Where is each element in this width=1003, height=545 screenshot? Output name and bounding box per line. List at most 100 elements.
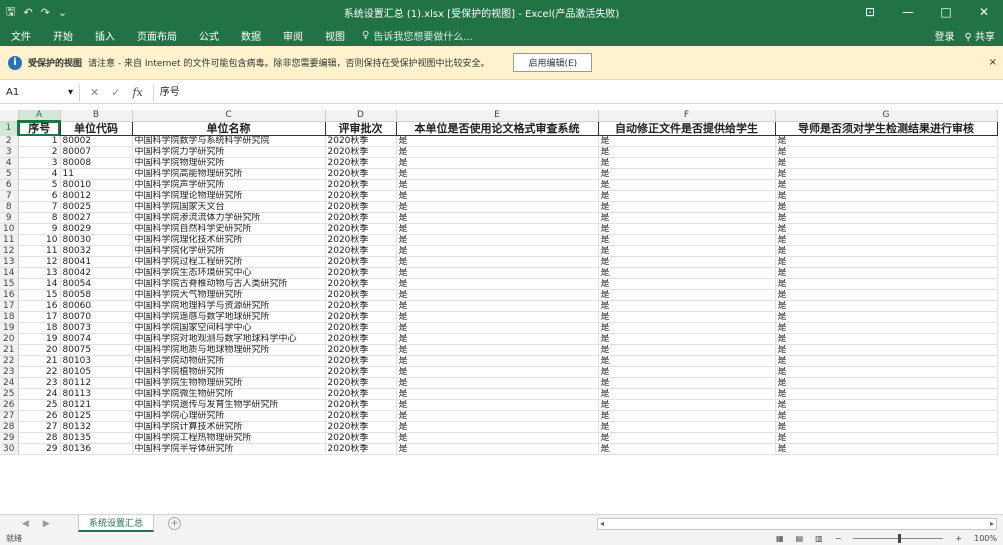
table-cell[interactable]: 是 — [775, 311, 998, 323]
table-cell[interactable]: 2020秋季 — [325, 355, 397, 367]
table-cell[interactable]: 9 — [18, 223, 61, 235]
worksheet-grid[interactable]: A B C D E F G 1 序号 单位代码 单位名称 评审批次 本单位是否使用论文格式审查系统 自动修… — [0, 110, 1003, 514]
row-header[interactable]: 20 — [0, 333, 19, 345]
table-cell[interactable]: 是 — [598, 212, 776, 224]
table-cell[interactable]: 3 — [18, 157, 61, 169]
row-header[interactable]: 7 — [0, 190, 19, 202]
row-header[interactable]: 23 — [0, 366, 19, 378]
table-cell[interactable]: 中国科学院心理研究所 — [132, 410, 326, 422]
table-cell[interactable]: 6 — [18, 190, 61, 202]
table-cell[interactable]: 2020秋季 — [325, 311, 397, 323]
table-cell[interactable]: 是 — [775, 355, 998, 367]
column-header[interactable]: F — [598, 110, 776, 122]
table-cell[interactable]: 是 — [775, 223, 998, 235]
table-cell[interactable]: 是 — [396, 245, 599, 257]
maximize-button[interactable]: □ — [927, 5, 965, 19]
table-cell[interactable]: 2020秋季 — [325, 399, 397, 411]
row-header[interactable]: 4 — [0, 157, 19, 169]
table-cell[interactable]: 中国科学院化学研究所 — [132, 245, 326, 257]
tab-home[interactable]: 开始 — [42, 28, 84, 43]
table-cell[interactable]: 是 — [396, 421, 599, 433]
table-cell[interactable]: 是 — [598, 377, 776, 389]
table-cell[interactable]: 2020秋季 — [325, 432, 397, 444]
table-cell[interactable]: 21 — [18, 355, 61, 367]
table-cell[interactable]: 80032 — [60, 245, 133, 257]
table-cell[interactable]: 是 — [396, 311, 599, 323]
table-cell[interactable]: 中国科学院声学研究所 — [132, 179, 326, 191]
table-cell[interactable]: 是 — [598, 223, 776, 235]
column-header[interactable]: B — [60, 110, 133, 122]
table-cell[interactable]: 2020秋季 — [325, 168, 397, 180]
table-cell[interactable]: 是 — [598, 421, 776, 433]
table-cell[interactable]: 80010 — [60, 179, 133, 191]
table-cell[interactable]: 19 — [18, 333, 61, 345]
table-cell[interactable]: 23 — [18, 377, 61, 389]
minimize-button[interactable]: — — [889, 5, 927, 19]
table-cell[interactable]: 8 — [18, 212, 61, 224]
row-header[interactable]: 28 — [0, 421, 19, 433]
normal-view-icon[interactable]: ▦ — [776, 534, 784, 543]
table-cell[interactable]: 2020秋季 — [325, 333, 397, 345]
row-header[interactable]: 11 — [0, 234, 19, 246]
table-cell[interactable]: 是 — [396, 366, 599, 378]
table-cell[interactable]: 是 — [775, 168, 998, 180]
table-cell[interactable]: 5 — [18, 179, 61, 191]
table-cell[interactable]: 80103 — [60, 355, 133, 367]
table-cell[interactable]: 是 — [598, 366, 776, 378]
table-cell[interactable]: 25 — [18, 399, 61, 411]
table-cell[interactable]: 是 — [775, 410, 998, 422]
table-cell[interactable]: 是 — [598, 157, 776, 169]
table-cell[interactable]: 80027 — [60, 212, 133, 224]
table-cell[interactable]: 中国科学院国家空间科学中心 — [132, 322, 326, 334]
page-layout-view-icon[interactable]: ▤ — [796, 534, 804, 543]
tab-formulas[interactable]: 公式 — [188, 28, 230, 43]
formula-input[interactable]: 序号 — [152, 83, 1003, 102]
table-cell[interactable]: 是 — [396, 333, 599, 345]
table-cell[interactable]: 中国科学院物理研究所 — [132, 157, 326, 169]
row-header[interactable]: 8 — [0, 201, 19, 213]
table-cell[interactable]: 28 — [18, 432, 61, 444]
table-cell[interactable]: 是 — [396, 432, 599, 444]
table-cell[interactable]: 80075 — [60, 344, 133, 356]
next-sheet-icon[interactable]: ▶ — [43, 519, 50, 529]
header-cell[interactable]: 自动修正文件是否提供给学生 — [598, 121, 776, 136]
table-cell[interactable]: 22 — [18, 366, 61, 378]
table-cell[interactable]: 2020秋季 — [325, 410, 397, 422]
table-cell[interactable]: 12 — [18, 256, 61, 268]
table-cell[interactable]: 是 — [598, 443, 776, 455]
row-header[interactable]: 25 — [0, 388, 19, 400]
row-header[interactable]: 2 — [0, 135, 19, 147]
row-header[interactable]: 14 — [0, 267, 19, 279]
row-header[interactable]: 10 — [0, 223, 19, 235]
table-cell[interactable]: 2020秋季 — [325, 212, 397, 224]
table-cell[interactable]: 是 — [396, 256, 599, 268]
table-cell[interactable]: 80054 — [60, 278, 133, 290]
table-cell[interactable]: 10 — [18, 234, 61, 246]
table-cell[interactable]: 中国科学院对地观测与数字地球科学中心 — [132, 333, 326, 345]
table-cell[interactable]: 80112 — [60, 377, 133, 389]
table-cell[interactable]: 是 — [598, 267, 776, 279]
table-cell[interactable]: 80073 — [60, 322, 133, 334]
table-cell[interactable]: 80125 — [60, 410, 133, 422]
table-cell[interactable]: 是 — [775, 322, 998, 334]
insert-function-icon[interactable]: fx — [132, 86, 142, 99]
table-cell[interactable]: 是 — [775, 344, 998, 356]
table-cell[interactable]: 中国科学院计算技术研究所 — [132, 421, 326, 433]
table-cell[interactable]: 是 — [396, 135, 599, 147]
table-cell[interactable]: 是 — [775, 377, 998, 389]
table-cell[interactable]: 7 — [18, 201, 61, 213]
table-cell[interactable]: 80025 — [60, 201, 133, 213]
row-header[interactable]: 16 — [0, 289, 19, 301]
page-break-view-icon[interactable]: ▥ — [815, 534, 823, 543]
table-cell[interactable]: 是 — [775, 190, 998, 202]
table-cell[interactable]: 是 — [396, 234, 599, 246]
row-header[interactable]: 12 — [0, 245, 19, 257]
header-cell[interactable]: 单位名称 — [132, 121, 326, 136]
table-cell[interactable]: 2020秋季 — [325, 289, 397, 301]
table-cell[interactable]: 是 — [396, 377, 599, 389]
table-cell[interactable]: 是 — [775, 366, 998, 378]
table-cell[interactable]: 80012 — [60, 190, 133, 202]
sheet-tab[interactable]: 系统设置汇总 — [78, 515, 155, 532]
table-cell[interactable]: 是 — [775, 443, 998, 455]
table-cell[interactable]: 80105 — [60, 366, 133, 378]
